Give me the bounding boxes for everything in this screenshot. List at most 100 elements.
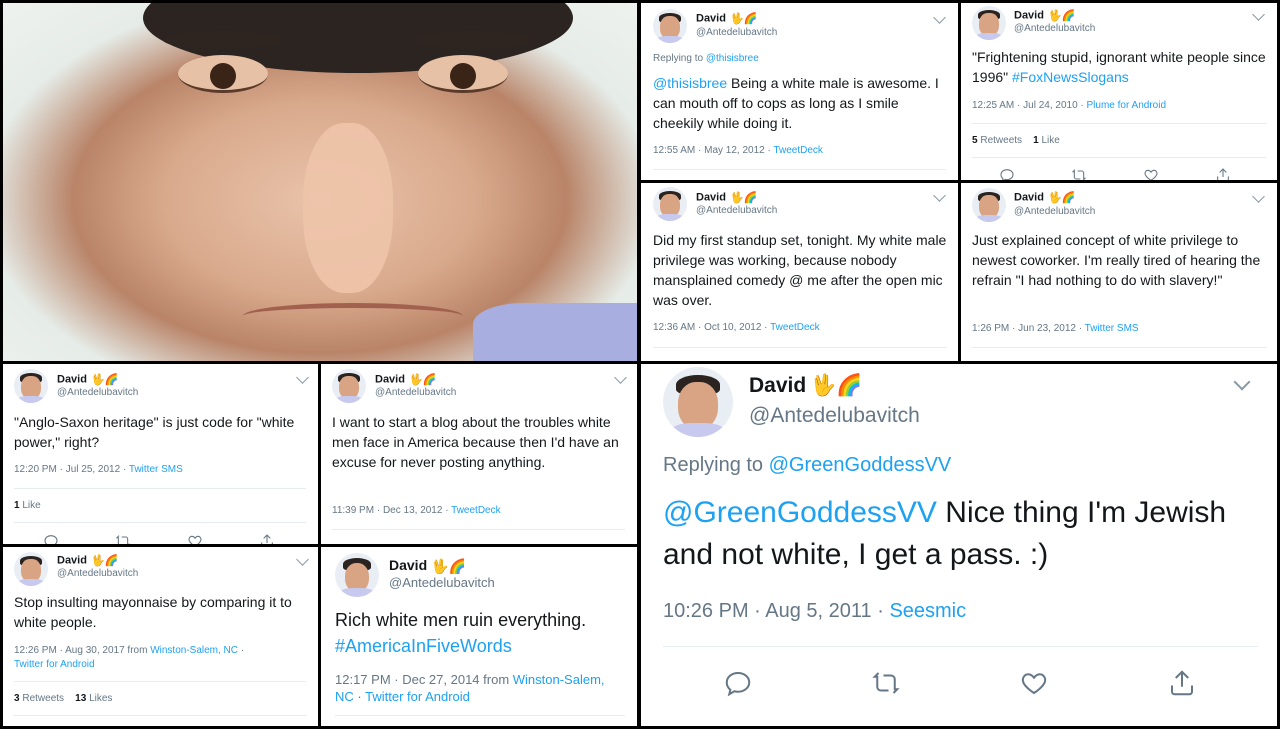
avatar[interactable] <box>14 369 48 403</box>
avatar[interactable] <box>972 6 1006 40</box>
avatar[interactable] <box>663 367 733 437</box>
divider <box>663 646 1258 647</box>
divider <box>972 347 1266 348</box>
chevron-down-icon[interactable] <box>1252 8 1265 21</box>
tweet-text: Just explained concept of white privileg… <box>972 232 1261 288</box>
retweet-icon[interactable] <box>871 668 901 703</box>
emoji: 🖖🌈 <box>90 374 119 386</box>
display-name[interactable]: David 🖖🌈 <box>389 557 466 575</box>
tweet-stats: 5 Retweets 1 Like <box>972 135 1060 146</box>
tweet-actions <box>43 533 275 544</box>
user-handle[interactable]: @Antedelubavitch <box>57 387 138 398</box>
tweet-stats: 3 Retweets 13 Likes <box>14 693 113 704</box>
retweet-icon[interactable] <box>1071 167 1087 180</box>
chevron-down-icon[interactable] <box>1252 190 1265 203</box>
emoji: 🖖🌈 <box>1047 192 1076 204</box>
tweet-text: "Frightening stupid, ignorant white peop… <box>972 49 1266 85</box>
emoji: 🖖🌈 <box>729 192 758 204</box>
emoji: 🖖🌈 <box>810 374 863 398</box>
chevron-down-icon[interactable] <box>1233 373 1251 391</box>
tweet-meta: 12:20 PM · Jul 25, 2012 · Twitter SMS <box>14 464 183 475</box>
divider <box>332 529 625 530</box>
replying-to: Replying to @thisisbree <box>653 53 759 64</box>
emoji: 🖖🌈 <box>90 555 119 567</box>
tweet-meta: 12:55 AM · May 12, 2012 · TweetDeck <box>653 145 823 156</box>
chevron-down-icon[interactable] <box>933 11 946 24</box>
chevron-down-icon[interactable] <box>296 371 309 384</box>
divider <box>14 488 306 489</box>
reply-icon[interactable] <box>43 533 59 544</box>
avatar[interactable] <box>653 9 687 43</box>
tweet-text: @thisisbree Being a white male is awesom… <box>653 75 939 131</box>
tweet-text: Did my first standup set, tonight. My wh… <box>653 232 947 308</box>
avatar[interactable] <box>653 187 687 221</box>
reply-icon[interactable] <box>999 167 1015 180</box>
display-name[interactable]: David 🖖🌈 <box>749 374 862 398</box>
tweet-card[interactable]: David 🖖🌈 @Antedelubavitch I want to start… <box>321 364 637 544</box>
display-name[interactable]: David 🖖🌈 <box>696 12 757 25</box>
display-name[interactable]: David 🖖🌈 <box>1014 191 1075 204</box>
tweet-meta: 12:25 AM · Jul 24, 2010 · Plume for Andr… <box>972 100 1167 111</box>
user-handle[interactable]: @Antedelubavitch <box>696 27 777 38</box>
tweet-card[interactable]: David 🖖🌈 @Antedelubavitch Just explained … <box>961 183 1277 361</box>
tweet-meta: 12:26 PM · Aug 30, 2017 from Winston-Sal… <box>14 645 245 670</box>
user-handle[interactable]: @Antedelubavitch <box>57 568 138 579</box>
tweet-meta: 10:26 PM · Aug 5, 2011 · Seesmic <box>663 600 967 622</box>
tweet-meta: 12:36 AM · Oct 10, 2012 · TweetDeck <box>653 322 820 333</box>
tweet-card[interactable]: David 🖖🌈 @Antedelubavitch Stop insulting … <box>3 547 318 726</box>
user-handle[interactable]: @Antedelubavitch <box>1014 206 1095 217</box>
emoji: 🖖🌈 <box>729 13 758 25</box>
display-name[interactable]: David 🖖🌈 <box>57 554 118 567</box>
divider <box>14 681 306 682</box>
tweet-card[interactable]: David 🖖🌈 @Antedelubavitch "Anglo-Saxon he… <box>3 364 318 544</box>
tweet-stats: 1 Like <box>14 500 41 511</box>
tweet-text: "Anglo-Saxon heritage" is just code for … <box>14 414 295 450</box>
avatar[interactable] <box>332 369 366 403</box>
chevron-down-icon[interactable] <box>614 371 627 384</box>
avatar[interactable] <box>335 553 379 597</box>
like-icon[interactable] <box>1143 167 1159 180</box>
user-handle[interactable]: @Antedelubavitch <box>389 575 495 590</box>
divider <box>335 715 625 716</box>
share-icon[interactable] <box>1167 668 1197 703</box>
like-icon[interactable] <box>187 533 203 544</box>
chevron-down-icon[interactable] <box>296 553 309 566</box>
user-handle[interactable]: @Antedelubavitch <box>696 205 777 216</box>
tweet-meta: 12:17 PM · Dec 27, 2014 from Winston-Sal… <box>335 672 605 704</box>
user-handle[interactable]: @Antedelubavitch <box>1014 23 1095 34</box>
share-icon[interactable] <box>259 533 275 544</box>
retweet-icon[interactable] <box>115 533 131 544</box>
tweet-card[interactable]: David 🖖🌈 @Antedelubavitch Rich white men … <box>321 547 637 726</box>
user-handle[interactable]: @Antedelubavitch <box>749 404 920 428</box>
divider <box>653 169 946 170</box>
display-name[interactable]: David 🖖🌈 <box>696 191 757 204</box>
tweet-card[interactable]: David 🖖🌈 @Antedelubavitch Replying to @Gr… <box>641 364 1277 726</box>
display-name[interactable]: David 🖖🌈 <box>375 373 436 386</box>
tweet-text: I want to start a blog about the trouble… <box>332 414 619 470</box>
divider <box>14 522 306 523</box>
replying-to: Replying to @GreenGoddessVV <box>663 454 952 476</box>
divider <box>972 123 1266 124</box>
display-name[interactable]: David 🖖🌈 <box>1014 9 1075 22</box>
tweet-actions <box>999 167 1231 180</box>
emoji: 🖖🌈 <box>1047 10 1076 22</box>
emoji: 🖖🌈 <box>408 374 437 386</box>
avatar[interactable] <box>972 188 1006 222</box>
divider <box>972 157 1266 158</box>
tweet-card[interactable]: David 🖖🌈 @Antedelubavitch Replying to @th… <box>641 3 958 180</box>
tweet-actions <box>723 668 1197 703</box>
avatar[interactable] <box>14 552 48 586</box>
like-icon[interactable] <box>1019 668 1049 703</box>
tweet-card[interactable]: David 🖖🌈 @Antedelubavitch Did my first st… <box>641 183 958 361</box>
tweet-card[interactable]: David 🖖🌈 @Antedelubavitch "Frightening st… <box>961 3 1277 180</box>
share-icon[interactable] <box>1215 167 1231 180</box>
divider <box>14 715 306 716</box>
tweet-text: Rich white men ruin everything. #America… <box>335 610 587 656</box>
user-handle[interactable]: @Antedelubavitch <box>375 387 456 398</box>
chevron-down-icon[interactable] <box>933 189 946 202</box>
reply-icon[interactable] <box>723 668 753 703</box>
profile-photo <box>3 3 637 361</box>
tweet-meta: 11:39 PM · Dec 13, 2012 · TweetDeck <box>332 505 501 516</box>
display-name[interactable]: David 🖖🌈 <box>57 373 118 386</box>
tweet-text: @GreenGoddessVV Nice thing I'm Jewish an… <box>663 496 1227 571</box>
